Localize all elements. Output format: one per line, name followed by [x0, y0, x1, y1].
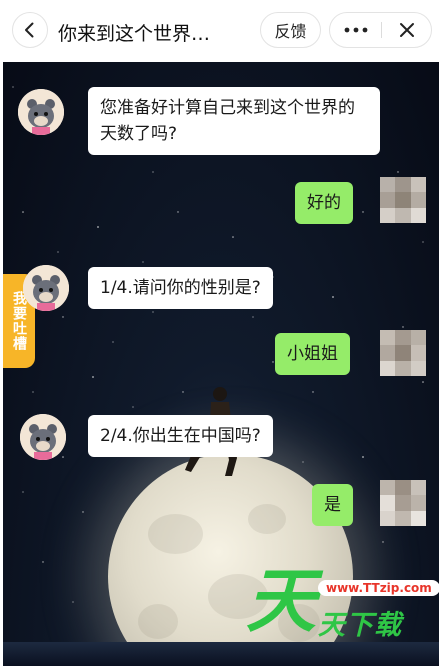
bot-avatar[interactable]	[18, 89, 64, 135]
user-avatar[interactable]	[380, 330, 426, 376]
bot-message: 您准备好计算自己来到这个世界的天数了吗?	[88, 87, 380, 155]
nav-bar: 你来到这个世界… 反馈	[0, 0, 441, 62]
watermark-url: www.TTzip.com	[318, 580, 440, 596]
my-message: 是	[312, 484, 353, 526]
user-avatar[interactable]	[380, 177, 426, 223]
my-message: 好的	[295, 182, 353, 224]
my-message: 小姐姐	[275, 333, 350, 375]
close-icon	[400, 23, 414, 37]
chat-area[interactable]: 您准备好计算自己来到这个世界的天数了吗? 好的 我要吐槽 1/4.请问你的性别是…	[3, 62, 439, 666]
back-button[interactable]	[12, 12, 48, 48]
water-reflection	[3, 642, 439, 666]
feedback-button[interactable]: 反馈	[260, 12, 321, 48]
more-dots-icon	[344, 27, 367, 33]
bot-avatar[interactable]	[23, 265, 69, 311]
bot-avatar-icon	[23, 265, 69, 311]
user-avatar[interactable]	[380, 480, 426, 526]
bot-message: 2/4.你出生在中国吗?	[88, 415, 273, 457]
bot-avatar-icon	[18, 89, 64, 135]
watermark-logo: 天	[246, 560, 316, 642]
bot-message: 1/4.请问你的性别是?	[88, 267, 273, 309]
bot-avatar[interactable]	[20, 414, 66, 460]
chevron-left-icon	[25, 22, 34, 38]
menu-capsule	[329, 12, 432, 48]
watermark-text: 天下载	[318, 610, 402, 641]
user-avatar-icon	[380, 480, 426, 526]
bot-avatar-icon	[20, 414, 66, 460]
user-avatar-icon	[380, 177, 426, 223]
user-avatar-icon	[380, 330, 426, 376]
close-button[interactable]	[382, 13, 432, 47]
more-button[interactable]	[330, 13, 381, 47]
page-title: 你来到这个世界…	[58, 23, 211, 45]
